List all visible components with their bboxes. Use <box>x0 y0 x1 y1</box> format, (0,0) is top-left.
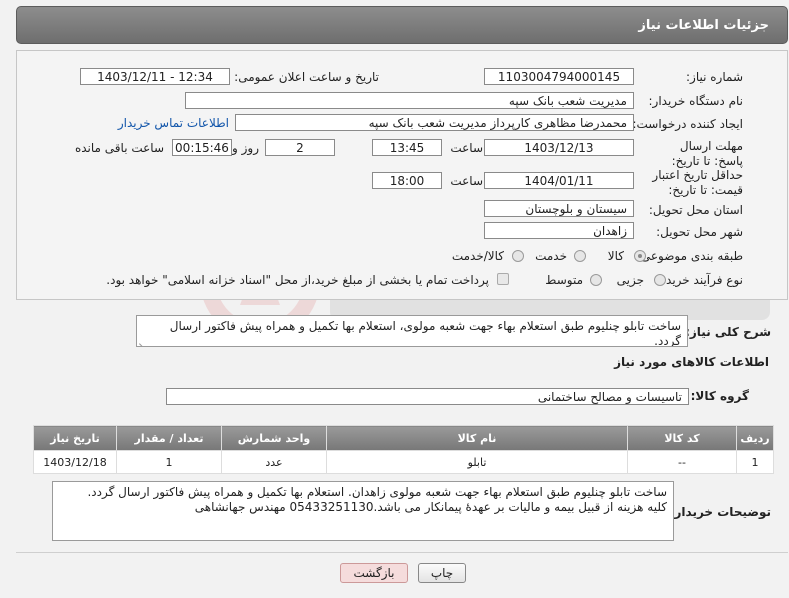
reply-time-label: ساعت <box>450 141 483 155</box>
treasury-payment-checkbox[interactable] <box>497 273 509 285</box>
page-title-bar: جزئیات اطلاعات نیاز <box>16 6 788 44</box>
province-field[interactable]: سیستان و بلوچستان <box>484 200 634 217</box>
category-radio-goods[interactable] <box>634 250 646 262</box>
city-label: شهر محل تحویل: <box>656 225 743 239</box>
cell-qty: 1 <box>116 450 222 474</box>
col-name: نام کالا <box>326 425 628 451</box>
col-code: کد کالا <box>627 425 737 451</box>
buyer-notes-line-1: ساخت تابلو چنلیوم طبق استعلام بهاء جهت ش… <box>87 485 667 499</box>
need-number-label: شماره نیاز: <box>686 70 743 84</box>
creator-label: ایجاد کننده درخواست: <box>632 117 743 131</box>
announce-datetime-field[interactable]: 1403/12/11 - 12:34 <box>80 68 230 85</box>
col-qty: تعداد / مقدار <box>116 425 222 451</box>
description-text: ساخت تابلو چنلیوم طبق استعلام بهاء جهت ش… <box>169 319 681 347</box>
goods-group-field[interactable]: تاسیسات و مصالح ساختمانی <box>166 388 689 405</box>
description-textarea[interactable]: ساخت تابلو چنلیوم طبق استعلام بهاء جهت ش… <box>136 315 688 347</box>
creator-field[interactable]: محمدرضا مظاهری کارپرداز مدیریت شعب بانک … <box>235 114 634 131</box>
cell-unit: عدد <box>221 450 327 474</box>
cell-date: 1403/12/18 <box>33 450 117 474</box>
category-option-service: خدمت <box>535 249 567 263</box>
category-label: طبقه بندی موضوعی: <box>636 249 743 263</box>
back-button[interactable]: بازگشت <box>340 563 408 583</box>
need-number-field[interactable]: 1103004794000145 <box>484 68 634 85</box>
category-radio-service[interactable] <box>574 250 586 262</box>
print-button[interactable]: چاپ <box>418 563 466 583</box>
days-label: روز و <box>232 141 259 155</box>
process-radio-minor[interactable] <box>654 274 666 286</box>
goods-group-label: گروه کالا: <box>690 389 749 403</box>
footer-divider <box>16 552 788 553</box>
price-validity-time-label: ساعت <box>450 174 483 188</box>
buyer-notes-label: توضیحات خریدار: <box>669 505 771 519</box>
reply-time-field[interactable]: 13:45 <box>372 139 442 156</box>
province-label: استان محل تحویل: <box>648 203 743 217</box>
goods-table-header: ردیف کد کالا نام کالا واحد شمارش تعداد /… <box>33 425 774 451</box>
process-radio-medium[interactable] <box>590 274 602 286</box>
process-type-label: نوع فرآیند خرید : <box>658 273 743 287</box>
announce-datetime-label: تاریخ و ساعت اعلان عمومی: <box>234 70 379 84</box>
buyer-contact-link[interactable]: اطلاعات تماس خریدار <box>118 116 229 130</box>
buyer-org-label: نام دستگاه خریدار: <box>648 94 744 108</box>
treasury-payment-note: پرداخت تمام یا بخشی از مبلغ خرید،از محل … <box>106 273 489 287</box>
col-row: ردیف <box>736 425 774 451</box>
cell-name: تابلو <box>326 450 628 474</box>
city-field[interactable]: زاهدان <box>484 222 634 239</box>
category-radio-goods-service[interactable] <box>512 250 524 262</box>
price-validity-date-field[interactable]: 1404/01/11 <box>484 172 634 189</box>
goods-section-title: اطلاعات کالاهای مورد نیاز <box>614 355 769 369</box>
category-option-goods: کالا <box>607 249 624 263</box>
buyer-org-field[interactable]: مدیریت شعب بانک سپه <box>185 92 634 109</box>
remaining-days-field[interactable]: 2 <box>265 139 335 156</box>
cell-code: -- <box>627 450 737 474</box>
cell-row: 1 <box>736 450 774 474</box>
category-option-goods-service: کالا/خدمت <box>451 249 504 263</box>
col-unit: واحد شمارش <box>221 425 327 451</box>
col-date: تاریخ نیاز <box>33 425 117 451</box>
buyer-notes-textarea[interactable]: ساخت تابلو چنلیوم طبق استعلام بهاء جهت ش… <box>52 481 674 541</box>
remaining-time-label: ساعت باقی مانده <box>74 141 164 155</box>
reply-deadline-label: مهلت ارسال پاسخ: تا تاریخ: <box>671 139 743 168</box>
remaining-time-field[interactable]: 00:15:46 <box>172 139 232 156</box>
reply-date-field[interactable]: 1403/12/13 <box>484 139 634 156</box>
table-row: 1 -- تابلو عدد 1 1403/12/18 <box>33 450 774 474</box>
description-label: شرح کلی نیاز: <box>685 325 771 339</box>
page-title: جزئیات اطلاعات نیاز <box>638 18 769 33</box>
resize-grip-icon[interactable] <box>139 335 148 344</box>
price-validity-time-field[interactable]: 18:00 <box>372 172 442 189</box>
price-validity-label: حداقل تاریخ اعتبار قیمت: تا تاریخ: <box>652 168 743 197</box>
goods-table: ردیف کد کالا نام کالا واحد شمارش تعداد /… <box>33 425 774 474</box>
process-option-minor: جزیی <box>616 273 644 287</box>
process-option-medium: متوسط <box>545 273 583 287</box>
buyer-notes-line-2: کلیه هزینه از قبیل بیمه و مالیات بر عهده… <box>194 500 667 514</box>
